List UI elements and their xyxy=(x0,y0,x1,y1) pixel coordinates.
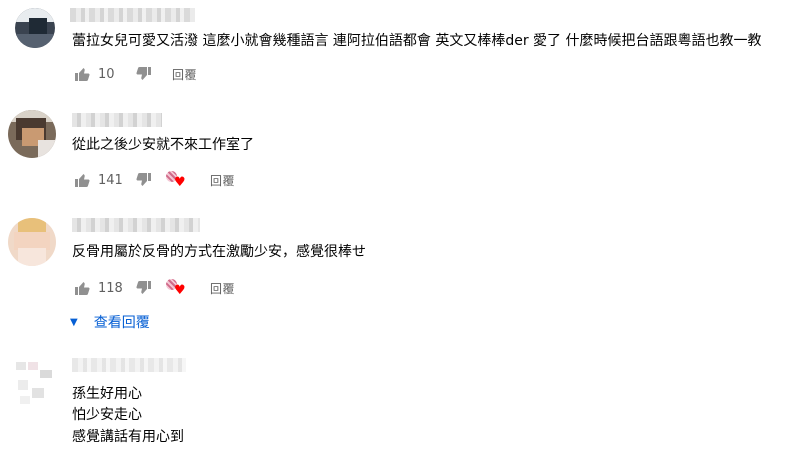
heart-icon: ♥ xyxy=(174,283,186,298)
comment-text-line-3: 感覺講話有用心到 xyxy=(72,429,184,445)
avatar[interactable] xyxy=(8,110,56,158)
comment-text: 反骨用屬於反骨的方式在激勵少安，感覺很棒せ xyxy=(72,244,366,260)
avatar[interactable] xyxy=(8,218,56,266)
creator-heart-icon: ♥ xyxy=(166,278,190,298)
reply-button[interactable]: 回覆 xyxy=(210,280,235,297)
view-replies-button[interactable]: ▼ 查看回覆 xyxy=(70,312,150,332)
like-count: 10 xyxy=(98,66,115,82)
author-name-blurred[interactable] xyxy=(72,358,186,372)
thumbs-down-icon[interactable] xyxy=(134,278,154,298)
avatar[interactable] xyxy=(15,8,55,48)
thumbs-up-icon[interactable] xyxy=(72,170,92,190)
thumbs-up-icon[interactable] xyxy=(72,64,92,84)
creator-heart-icon: ♥ xyxy=(166,170,190,190)
comment-text: 蕾拉女兒可愛又活潑 這麼小就會幾種語言 連阿拉伯語都會 英文又棒棒der 愛了 … xyxy=(72,33,762,49)
like-count: 118 xyxy=(98,280,123,296)
comment-actions: 141 ♥ 回覆 xyxy=(72,170,235,190)
author-name-blurred[interactable] xyxy=(70,8,195,22)
heart-icon: ♥ xyxy=(174,175,186,190)
reply-button[interactable]: 回覆 xyxy=(172,66,197,83)
comment-actions: 118 ♥ 回覆 xyxy=(72,278,235,298)
comment-4: 孫生好用心 怕少安走心 感覺講話有用心到 xyxy=(0,350,805,455)
comment-text-line-1: 孫生好用心 xyxy=(72,386,142,402)
comment-text: 從此之後少安就不來工作室了 xyxy=(72,137,254,153)
comment-2: 從此之後少安就不來工作室了 141 ♥ 回覆 xyxy=(0,100,805,205)
comment-actions: 10 回覆 xyxy=(72,64,197,84)
like-count: 141 xyxy=(98,172,123,188)
comment-text-line-2: 怕少安走心 xyxy=(72,407,142,423)
author-name-blurred[interactable] xyxy=(72,218,200,232)
comment-3: 反骨用屬於反骨的方式在激勵少安，感覺很棒せ 118 ♥ 回覆 ▼ 查看回覆 xyxy=(0,208,805,343)
reply-button[interactable]: 回覆 xyxy=(210,172,235,189)
thumbs-down-icon[interactable] xyxy=(134,170,154,190)
caret-down-icon: ▼ xyxy=(70,316,78,328)
avatar[interactable] xyxy=(14,358,58,406)
view-replies-label: 查看回覆 xyxy=(93,315,150,331)
thumbs-down-icon[interactable] xyxy=(134,64,154,84)
comment-1: 蕾拉女兒可愛又活潑 這麼小就會幾種語言 連阿拉伯語都會 英文又棒棒der 愛了 … xyxy=(0,0,805,95)
thumbs-up-icon[interactable] xyxy=(72,278,92,298)
author-name-blurred[interactable] xyxy=(72,113,162,127)
